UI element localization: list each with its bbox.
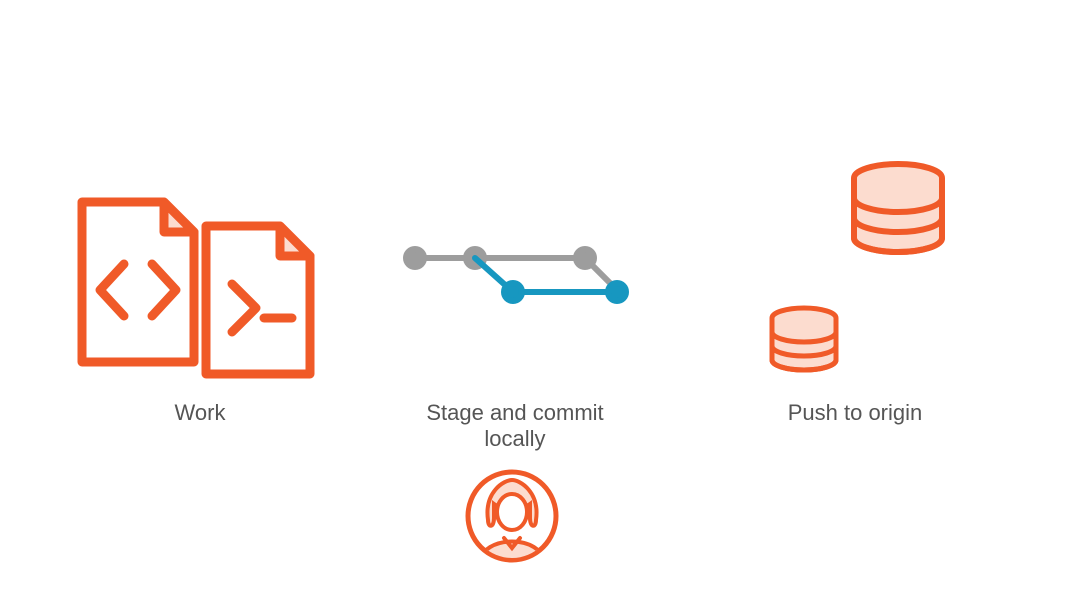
step-commit (395, 240, 635, 310)
databases-icon (740, 160, 970, 390)
code-files-icon (70, 190, 320, 380)
person-avatar-icon (464, 468, 560, 564)
git-branch-icon (395, 240, 635, 310)
git-workflow-diagram: Work Stage and commit locally Push to or… (0, 0, 1068, 600)
step-work (70, 190, 330, 380)
step-push (740, 160, 970, 390)
step-commit-label: Stage and commit locally (395, 400, 635, 452)
step-work-label: Work (70, 400, 330, 426)
step-push-label: Push to origin (740, 400, 970, 426)
user-avatar (464, 468, 560, 564)
